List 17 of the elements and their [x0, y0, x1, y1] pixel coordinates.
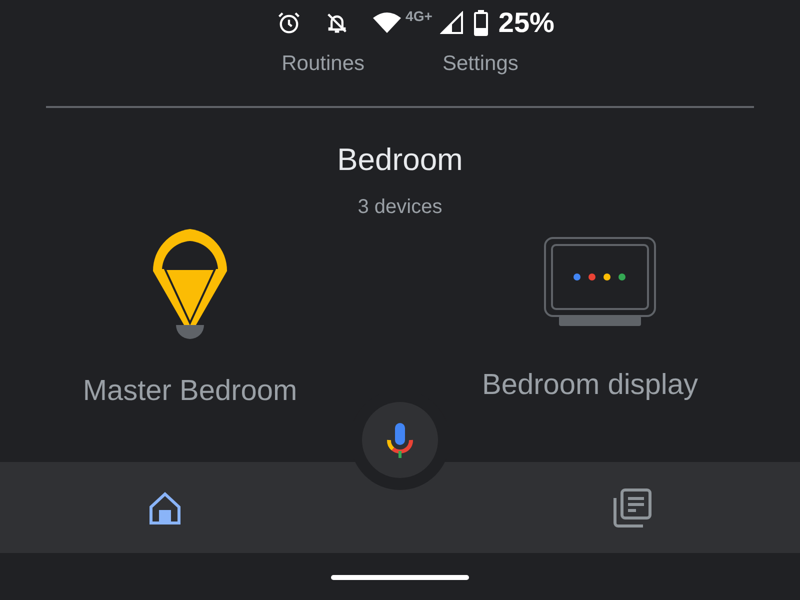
wifi-icon: [372, 11, 402, 35]
room-title: Bedroom: [337, 144, 463, 175]
battery-icon: [474, 10, 488, 36]
voice-assistant-button[interactable]: [362, 402, 438, 478]
device-count: 3 devices: [358, 197, 442, 217]
feed-tab[interactable]: [612, 488, 652, 528]
smart-display-icon[interactable]: [544, 237, 656, 327]
battery-percent: 25%: [498, 9, 554, 37]
network-type: 4G+: [406, 9, 432, 23]
tab[interactable]: Settings: [442, 52, 518, 74]
microphone-icon: [386, 421, 414, 459]
device-name: Bedroom display: [482, 371, 698, 400]
device-name: Master Bedroom: [82, 377, 298, 406]
signal-icon: [440, 11, 464, 35]
tab[interactable]: Routines: [282, 52, 364, 74]
home-tab[interactable]: [148, 490, 182, 524]
alarm-icon: [276, 10, 302, 36]
